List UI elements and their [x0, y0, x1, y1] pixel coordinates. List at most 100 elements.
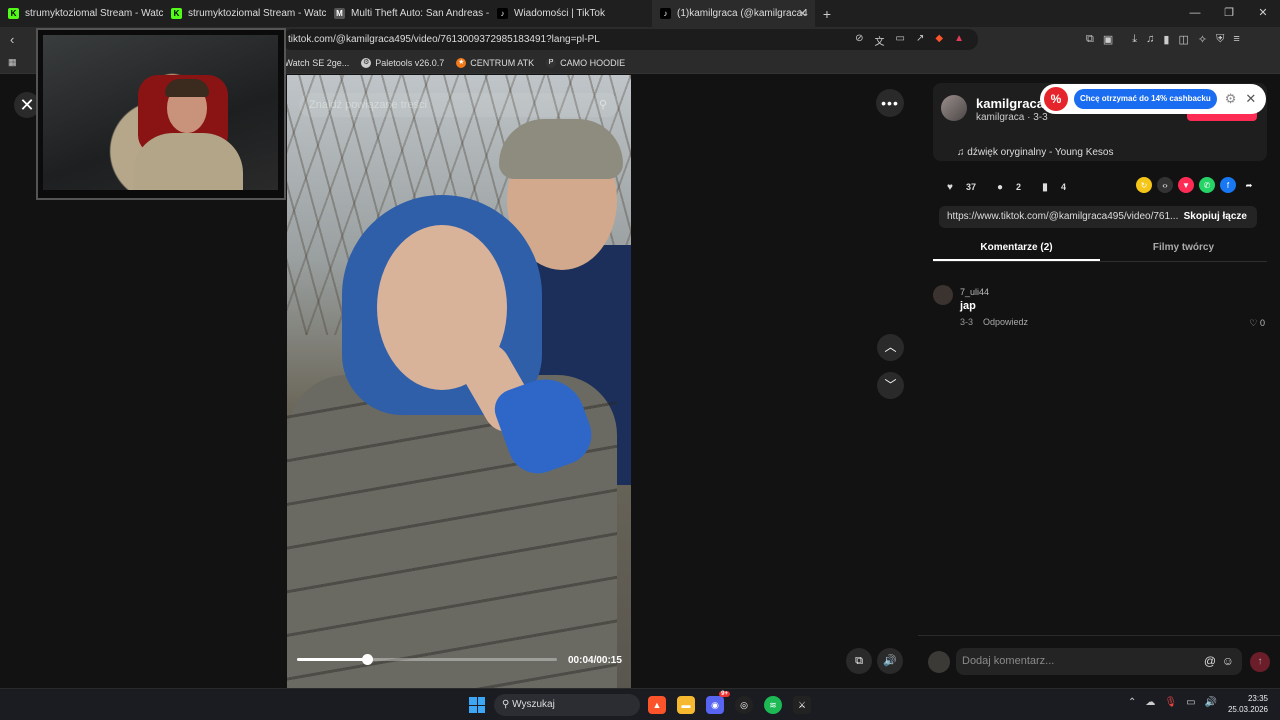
close-icon[interactable]: ✕: [1245, 91, 1256, 107]
media-icon[interactable]: ♫: [1146, 33, 1154, 46]
leo-icon[interactable]: ✧: [1198, 33, 1207, 46]
cast-icon[interactable]: ▭: [896, 33, 905, 48]
repost-icon[interactable]: ↻: [1136, 177, 1152, 193]
like-count: 37: [966, 182, 977, 192]
whatsapp-icon[interactable]: ✆: [1199, 177, 1215, 193]
streamer-body: [133, 133, 243, 190]
miniplayer-button[interactable]: ⧉: [846, 648, 872, 674]
share-icon[interactable]: ↗: [916, 33, 924, 48]
spotify-icon[interactable]: ≋: [764, 696, 782, 714]
bookmark-label: Watch SE 2ge...: [284, 57, 350, 68]
cashback-button[interactable]: Chcę otrzymać do 14% cashbacku: [1074, 89, 1217, 109]
search-icon[interactable]: ⚲: [599, 93, 607, 117]
discord-icon[interactable]: ◉ 9+: [706, 691, 730, 714]
video-player[interactable]: Znajdź powiązane treści ⚲ 00:04/00:15: [287, 75, 631, 688]
avatar: [928, 651, 950, 673]
taskbar-clock[interactable]: 23:35 25.03.2026: [1226, 693, 1268, 715]
file-explorer-icon[interactable]: ▬: [677, 696, 695, 714]
vpn-icon[interactable]: ⛨: [1216, 33, 1224, 46]
browser-tab[interactable]: K strumyktoziomal Stream - Watch Live: [163, 0, 326, 27]
discord-badge: 9+: [719, 691, 730, 697]
microphone-icon[interactable]: 🎙: [1164, 697, 1177, 708]
volume-button[interactable]: 🔊: [877, 648, 903, 674]
bookmark-item[interactable]: ★ CENTRUM ATK: [456, 57, 534, 68]
tab-title: (1)kamilgraca (@kamilgraca4: [677, 8, 808, 19]
avatar[interactable]: [941, 95, 967, 121]
sidebar-icon[interactable]: ▮: [1163, 33, 1169, 46]
comment-username[interactable]: 7_uli44: [960, 287, 989, 297]
window-controls: — ❐ ✕: [1178, 0, 1280, 27]
back-icon[interactable]: ‹: [10, 32, 14, 47]
author-username[interactable]: kamilgraca: [976, 96, 1044, 111]
mention-icon[interactable]: @: [1204, 648, 1216, 675]
browser-tab[interactable]: M Multi Theft Auto: San Andreas - Gran: [326, 0, 489, 27]
follow-button[interactable]: [1187, 113, 1257, 121]
taskbar-search[interactable]: ⚲ Wyszukaj: [494, 694, 640, 716]
address-bar[interactable]: tiktok.com/@kamilgraca495/video/76130093…: [282, 29, 978, 50]
minimize-icon[interactable]: —: [1178, 0, 1212, 27]
heart-icon[interactable]: ♥: [940, 177, 960, 197]
kick-icon: K: [8, 8, 19, 19]
embed-icon[interactable]: ‹›: [1157, 177, 1173, 193]
chevron-up-icon[interactable]: ⌃: [1128, 697, 1136, 708]
restore-icon[interactable]: ❐: [1212, 0, 1246, 27]
bookmark-item[interactable]: P CAMO HOODIE: [546, 57, 625, 68]
video-search-input[interactable]: Znajdź powiązane treści ⚲: [299, 93, 619, 117]
volume-icon[interactable]: 🔊: [1205, 697, 1217, 708]
video-figure: [499, 119, 623, 179]
network-icon[interactable]: ▭: [1186, 697, 1195, 708]
bookmark-item[interactable]: ⚙ Paletools v26.0.7: [361, 57, 444, 68]
comment-input[interactable]: Dodaj komentarz... @ ☺: [956, 648, 1242, 675]
browser-tab-active[interactable]: ♪ (1)kamilgraca (@kamilgraca4 ✕: [652, 0, 815, 27]
wallet-icon[interactable]: ◫: [1178, 33, 1188, 46]
tab-creator-videos[interactable]: Filmy twórcy: [1100, 239, 1267, 261]
copy-link-button[interactable]: Skopiuj łącze: [1174, 206, 1257, 228]
brave-shield-icon[interactable]: ◆: [935, 33, 943, 48]
bookmark-item[interactable]: Watch SE 2ge...: [285, 58, 350, 68]
browser-tab[interactable]: ♪ Wiadomości | TikTok: [489, 0, 652, 27]
cloud-icon[interactable]: ☁: [1145, 697, 1155, 708]
send-icon[interactable]: ▼: [1178, 177, 1194, 193]
tiktok-icon: ♪: [660, 8, 671, 19]
comment-like[interactable]: ♡ 0: [1249, 318, 1265, 329]
windows-start-icon[interactable]: [469, 697, 485, 713]
facebook-icon[interactable]: f: [1220, 177, 1236, 193]
reader-icon[interactable]: ⊘: [855, 33, 863, 48]
comment-icon[interactable]: ●: [990, 177, 1010, 197]
video-time: 00:04/00:15: [568, 655, 622, 666]
send-comment-button[interactable]: ↑: [1250, 652, 1270, 672]
obs-icon[interactable]: ◎: [735, 696, 753, 714]
music-info[interactable]: ♫ dźwięk oryginalny - Young Kesos: [957, 147, 1113, 158]
previous-video-button[interactable]: ︿: [877, 334, 904, 361]
tab-comments[interactable]: Komentarze (2): [933, 239, 1100, 261]
share-arrow-icon[interactable]: ➦: [1241, 177, 1257, 193]
reply-button[interactable]: Odpowiedz: [983, 317, 1028, 327]
next-video-button[interactable]: ﹀: [877, 372, 904, 399]
translate-icon[interactable]: 文: [875, 33, 885, 48]
close-tab-icon[interactable]: ✕: [798, 7, 807, 20]
tab-strip: K strumyktoziomal Stream - Watch Live K …: [0, 0, 1280, 27]
browser-extensions: ⧉ ▣ ⤓ ♫ ▮ ◫ ✧ ⛨ ≡: [1086, 33, 1240, 46]
kick-icon: K: [171, 8, 182, 19]
bookmark-icon[interactable]: ▮: [1035, 177, 1055, 197]
browser-tab[interactable]: K strumyktoziomal Stream - Watch Live: [0, 0, 163, 27]
brave-rewards-icon[interactable]: ▲: [954, 33, 964, 48]
menu-icon[interactable]: ≡: [1233, 33, 1239, 46]
download-icon[interactable]: ⤓: [1132, 33, 1137, 46]
share-buttons: ↻ ‹› ▼ ✆ f ➦: [1136, 177, 1257, 193]
clock-date: 25.03.2026: [1227, 705, 1268, 714]
new-tab-button[interactable]: +: [815, 6, 839, 22]
avatar[interactable]: [933, 285, 953, 305]
gear-icon[interactable]: ⚙: [1225, 91, 1237, 107]
screenshot-icon[interactable]: ▣: [1103, 33, 1113, 46]
emoji-icon[interactable]: ☺: [1222, 648, 1234, 675]
close-window-icon[interactable]: ✕: [1246, 0, 1280, 27]
video-link-field[interactable]: https://www.tiktok.com/@kamilgraca495/vi…: [939, 206, 1257, 228]
apps-grid-icon[interactable]: ▦: [8, 57, 17, 68]
more-options-button[interactable]: •••: [876, 89, 904, 117]
extensions-icon[interactable]: ⧉: [1086, 33, 1094, 46]
video-progress-bar[interactable]: [297, 654, 557, 665]
brave-icon[interactable]: ▲: [648, 696, 666, 714]
game-icon[interactable]: ⚔: [793, 696, 811, 714]
mta-icon: M: [334, 8, 345, 19]
